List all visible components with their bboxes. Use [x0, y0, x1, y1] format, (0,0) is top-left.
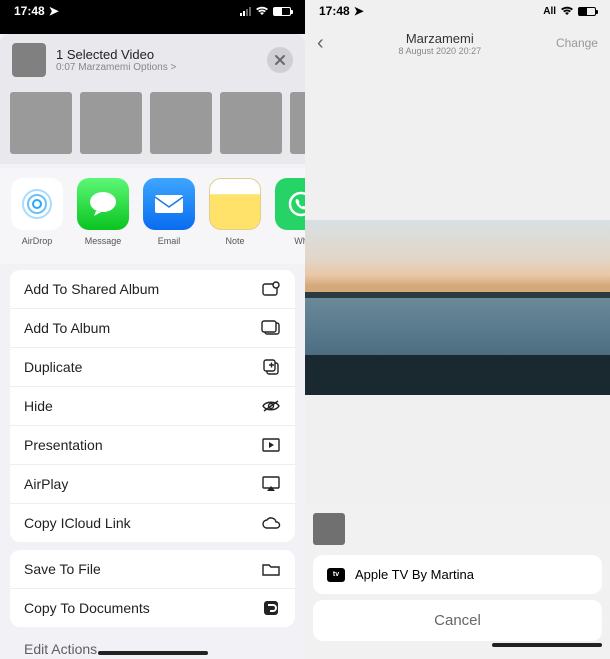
home-indicator[interactable] [492, 643, 602, 647]
album-icon [261, 319, 281, 337]
location-icon: ➤ [354, 4, 364, 18]
cloud-link-icon [261, 514, 281, 532]
edit-actions[interactable]: Edit Actions..... [10, 635, 295, 659]
action-copy-icloud-link[interactable]: Copy ICloud Link [10, 503, 295, 542]
action-duplicate[interactable]: Duplicate [10, 347, 295, 386]
share-app-message[interactable]: Message [72, 178, 134, 256]
folder-icon [261, 560, 281, 578]
share-app-label: Note [204, 236, 266, 246]
carrier-label: All [543, 6, 556, 17]
airdrop-icon [11, 178, 63, 230]
message-icon [77, 178, 129, 230]
media-thumb[interactable] [290, 92, 305, 154]
thumb-item[interactable] [313, 513, 345, 545]
nav-title: Marzamemi [399, 31, 482, 46]
media-thumb[interactable] [150, 92, 212, 154]
action-group: Add To Shared Album Add To Album Duplica… [10, 270, 295, 542]
airplay-device-name: Apple TV By Martina [355, 567, 474, 582]
cancel-button[interactable]: Cancel [313, 600, 602, 641]
share-app-label: AirDrop [6, 236, 68, 246]
airplay-device-row[interactable]: tv Apple TV By Martina [313, 555, 602, 594]
whatsapp-icon [275, 178, 305, 230]
share-actions: Add To Shared Album Add To Album Duplica… [10, 270, 295, 659]
action-add-album[interactable]: Add To Album [10, 308, 295, 347]
location-icon: ➤ [49, 4, 59, 18]
media-thumb[interactable] [10, 92, 72, 154]
share-sheet-screen: 17:48 ➤ 1 Selected Video 0:07 Marzamemi O… [0, 0, 305, 659]
share-app-note[interactable]: Note [204, 178, 266, 256]
appletv-icon: tv [327, 568, 345, 582]
hide-icon [261, 397, 281, 415]
action-label: Copy ICloud Link [24, 515, 131, 531]
photo-sky [305, 220, 610, 298]
back-button[interactable]: ‹ [317, 32, 324, 55]
photo-viewer-screen: 17:48 ➤ All ‹ Marzamemi 8 August 2020 20:… [305, 0, 610, 659]
wifi-icon [255, 6, 269, 16]
share-app-label: Wh [270, 236, 305, 246]
signal-icon [240, 7, 251, 16]
share-app-label: Email [138, 236, 200, 246]
status-bar: 17:48 ➤ [0, 0, 305, 22]
selected-subtitle: 0:07 Marzamemi Options > [56, 62, 267, 73]
action-label: Add To Shared Album [24, 281, 159, 297]
notes-icon [209, 178, 261, 230]
share-app-whatsapp[interactable]: Wh [270, 178, 305, 256]
action-hide[interactable]: Hide [10, 386, 295, 425]
action-save-to-file[interactable]: Save To File [10, 550, 295, 588]
battery-icon [578, 7, 596, 16]
action-label: Copy To Documents [24, 600, 150, 616]
status-time: 17:48 [14, 4, 45, 18]
thumb-strip[interactable] [313, 513, 602, 549]
nav-title-block: Marzamemi 8 August 2020 20:27 [399, 31, 482, 56]
photo-shore [305, 355, 610, 395]
media-thumb[interactable] [80, 92, 142, 154]
airplay-icon [261, 475, 281, 493]
documents-icon [261, 599, 281, 617]
mail-icon [143, 178, 195, 230]
action-label: AirPlay [24, 476, 68, 492]
nav-bar: ‹ Marzamemi 8 August 2020 20:27 Change [305, 22, 610, 64]
selected-media-thumb [12, 43, 46, 77]
battery-icon [273, 7, 291, 16]
selected-media-text: 1 Selected Video 0:07 Marzamemi Options … [56, 47, 267, 73]
photo-sea [305, 298, 610, 360]
action-label: Save To File [24, 561, 101, 577]
action-copy-to-documents[interactable]: Copy To Documents [10, 588, 295, 627]
action-group: Save To File Copy To Documents [10, 550, 295, 627]
home-indicator[interactable] [98, 651, 208, 655]
duplicate-icon [261, 358, 281, 376]
shared-album-icon [261, 280, 281, 298]
selected-title: 1 Selected Video [56, 47, 267, 62]
action-airplay[interactable]: AirPlay [10, 464, 295, 503]
media-thumb[interactable] [220, 92, 282, 154]
share-app-label: Message [72, 236, 134, 246]
action-label: Add To Album [24, 320, 110, 336]
share-sheet-header: 1 Selected Video 0:07 Marzamemi Options … [0, 34, 305, 86]
nav-subtitle: 8 August 2020 20:27 [399, 46, 482, 56]
change-button[interactable]: Change [556, 36, 598, 50]
action-label: Hide [24, 398, 53, 414]
share-app-airdrop[interactable]: AirDrop [6, 178, 68, 256]
status-time: 17:48 [319, 4, 350, 18]
action-label: Duplicate [24, 359, 82, 375]
action-label: Presentation [24, 437, 103, 453]
close-button[interactable] [267, 47, 293, 73]
media-thumb-row[interactable] [0, 86, 305, 164]
action-add-shared-album[interactable]: Add To Shared Album [10, 270, 295, 308]
wifi-icon [560, 6, 574, 16]
action-presentation[interactable]: Presentation [10, 425, 295, 464]
photo-preview[interactable] [305, 220, 610, 395]
status-bar: 17:48 ➤ All [305, 0, 610, 22]
share-apps-row[interactable]: AirDrop Message Email Note Wh [0, 168, 305, 264]
share-app-email[interactable]: Email [138, 178, 200, 256]
airplay-picker: tv Apple TV By Martina Cancel [305, 505, 610, 659]
play-icon [261, 436, 281, 454]
